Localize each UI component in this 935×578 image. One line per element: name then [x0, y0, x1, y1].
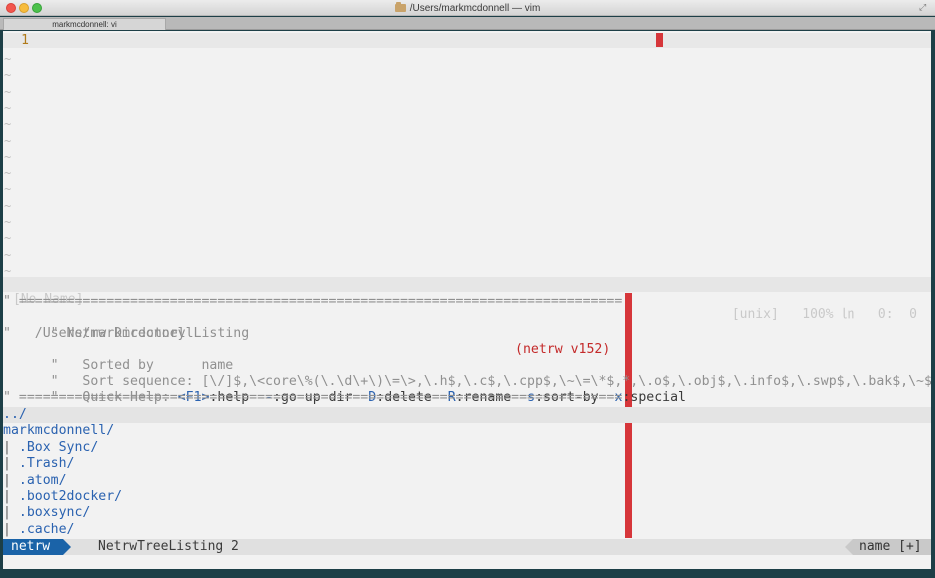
netrw-entry[interactable]: | .Box Sync/ — [3, 440, 931, 456]
netrw-entry[interactable]: | .boxsync/ — [3, 505, 931, 521]
cursor-line — [3, 33, 931, 48]
tab-bar: markmcdonnell: vi — [0, 17, 935, 30]
netrw-banner-sort-sequence: " Sort sequence: [\/]$,\<core\%(\.\d\+\)… — [50, 374, 931, 389]
directory-name: .boxsync/ — [18, 505, 91, 521]
netrw-entry[interactable]: | .boot2docker/ — [3, 489, 931, 505]
empty-line-tilde: ~ — [4, 117, 12, 132]
tree-indent: | — [3, 472, 19, 488]
empty-line-tilde: ~ — [4, 84, 12, 99]
empty-line-tilde: ~ — [4, 182, 12, 197]
netrw-banner-sorted: " Sorted by name — [50, 358, 234, 373]
title-bar[interactable]: /Users/markmcdonnell — vim ⤢ — [0, 0, 935, 16]
empty-line-tilde: ~ — [4, 149, 12, 164]
directory-name: ../ — [3, 407, 27, 422]
netrw-entry[interactable]: markmcdonnell/ — [3, 423, 931, 439]
status-right-separator — [845, 539, 853, 555]
tree-indent: | — [3, 505, 19, 521]
directory-name: .Trash/ — [18, 456, 75, 472]
mode-separator — [63, 539, 71, 555]
empty-line-tilde: ~ — [4, 68, 12, 83]
directory-name: .cache/ — [18, 521, 75, 537]
netrw-entry[interactable]: | .cache/ — [3, 522, 931, 538]
directory-name: .boot2docker/ — [18, 489, 123, 504]
netrw-banner-rule: " ======================================… — [3, 294, 623, 309]
empty-line-tilde: ~ — [4, 166, 12, 181]
netrw-banner-title: " Netrw Directory Listing (netrw v152) — [50, 326, 611, 357]
mode-indicator: netrw — [3, 539, 63, 555]
command-line[interactable] — [3, 555, 931, 569]
top-buffer-status-line: [No Name] [unix] 100% ㏑ 0: 0 — [3, 277, 931, 322]
directory-name: .Box Sync/ — [18, 439, 99, 455]
tree-indent: | — [3, 456, 19, 472]
netrw-banner-path: " /Users/markmcdonnell — [3, 326, 194, 341]
window-title: /Users/markmcdonnell — vim — [409, 2, 541, 14]
directory-name: markmcdonnell/ — [3, 423, 115, 439]
netrw-banner-rule-bottom: " ======================================… — [3, 390, 623, 405]
tab-terminal[interactable]: markmcdonnell: vi — [3, 18, 166, 30]
netrw-status-line: netrw NetrwTreeListing 2 name [+] — [3, 539, 931, 555]
tree-indent: | — [3, 489, 19, 504]
folder-icon — [394, 2, 406, 12]
status-sort-info: name [+] — [853, 539, 931, 555]
vim-window: /Users/markmcdonnell — vim ⤢ markmcdonne… — [0, 0, 935, 578]
tree-indent: | — [3, 439, 19, 455]
netrw-entry[interactable]: | .Trash/ — [3, 456, 931, 472]
directory-name: .atom/ — [18, 472, 67, 488]
netrw-banner-quick-help: " Quick Help: <F1>:help -:go up dir D:de… — [50, 390, 686, 405]
empty-line-tilde: ~ — [4, 198, 12, 213]
empty-line-tilde: ~ — [4, 52, 12, 66]
tree-indent: | — [3, 521, 19, 537]
empty-line-tilde: ~ — [4, 247, 12, 262]
empty-line-tilde: ~ — [4, 100, 12, 115]
color-column-top — [656, 33, 663, 47]
empty-line-tilde: ~ — [4, 231, 12, 246]
vim-editor[interactable]: 1 ~ ~ ~ ~ ~ ~ ~ ~ ~ ~ ~ ~ ~ ~ [No Name] [unix] 100% ㏑… — [3, 31, 931, 569]
fullscreen-icon[interactable]: ⤢ — [919, 3, 929, 13]
netrw-entry[interactable]: ../ — [3, 407, 931, 423]
empty-line-tilde: ~ — [4, 133, 12, 148]
empty-line-tilde: ~ — [4, 215, 12, 229]
line-number: 1 — [21, 33, 29, 48]
netrw-entry[interactable]: | .atom/ — [3, 473, 931, 489]
status-file-name: NetrwTreeListing 2 — [98, 539, 239, 554]
